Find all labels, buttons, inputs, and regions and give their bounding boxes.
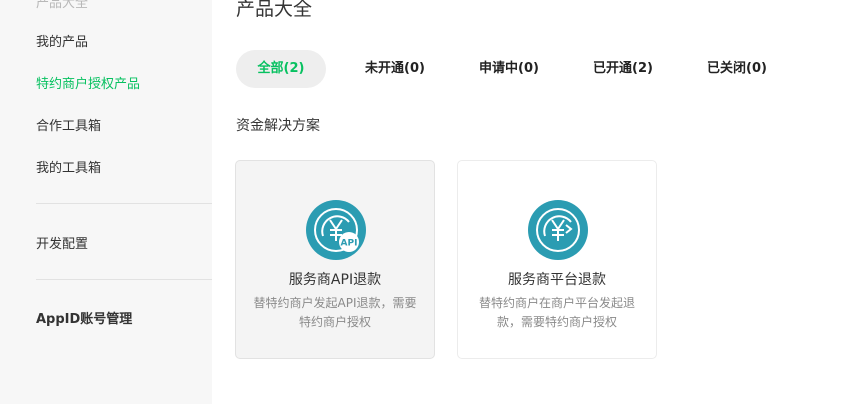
- platform-refund-icon: [528, 200, 588, 260]
- page-title: 产品大全: [236, 0, 313, 20]
- section-title: 资金解决方案: [236, 118, 320, 134]
- tab-closed[interactable]: 已关闭(0): [692, 50, 782, 88]
- tab-opened[interactable]: 已开通(2): [578, 50, 668, 88]
- svg-text:API: API: [341, 239, 358, 249]
- tab-all[interactable]: 全部(2): [236, 50, 326, 88]
- card-description: 替特约商户在商户平台发起退款，需要特约商户授权: [478, 296, 635, 329]
- product-card-api-refund[interactable]: API 服务商API退款 替特约商户发起API退款，需要特约商户授权: [235, 160, 435, 359]
- product-card-platform-refund[interactable]: 服务商平台退款 替特约商户在商户平台发起退款，需要特约商户授权: [457, 160, 657, 359]
- api-refund-icon: API: [306, 200, 366, 260]
- tab-not-opened[interactable]: 未开通(0): [350, 50, 440, 88]
- sidebar-divider: [36, 279, 212, 280]
- tab-applying[interactable]: 申请中(0): [464, 50, 554, 88]
- sidebar-item-authorized-products[interactable]: 特约商户授权产品: [36, 73, 140, 92]
- sidebar-item-my-toolbox[interactable]: 我的工具箱: [36, 157, 101, 176]
- sidebar-section-header: 产品大全: [36, 0, 89, 11]
- sidebar-item-appid-management[interactable]: AppID账号管理: [36, 308, 132, 327]
- sidebar-item-dev-config[interactable]: 开发配置: [36, 233, 88, 252]
- sidebar: 产品大全 我的产品 特约商户授权产品 合作工具箱 我的工具箱 开发配置 AppI…: [0, 0, 212, 404]
- card-title: 服务商平台退款: [508, 272, 606, 288]
- sidebar-divider: [36, 203, 212, 204]
- card-title: 服务商API退款: [288, 272, 382, 288]
- card-description: 替特约商户发起API退款，需要特约商户授权: [253, 296, 417, 329]
- sidebar-item-partner-toolbox[interactable]: 合作工具箱: [36, 115, 101, 134]
- sidebar-item-my-products[interactable]: 我的产品: [36, 31, 88, 50]
